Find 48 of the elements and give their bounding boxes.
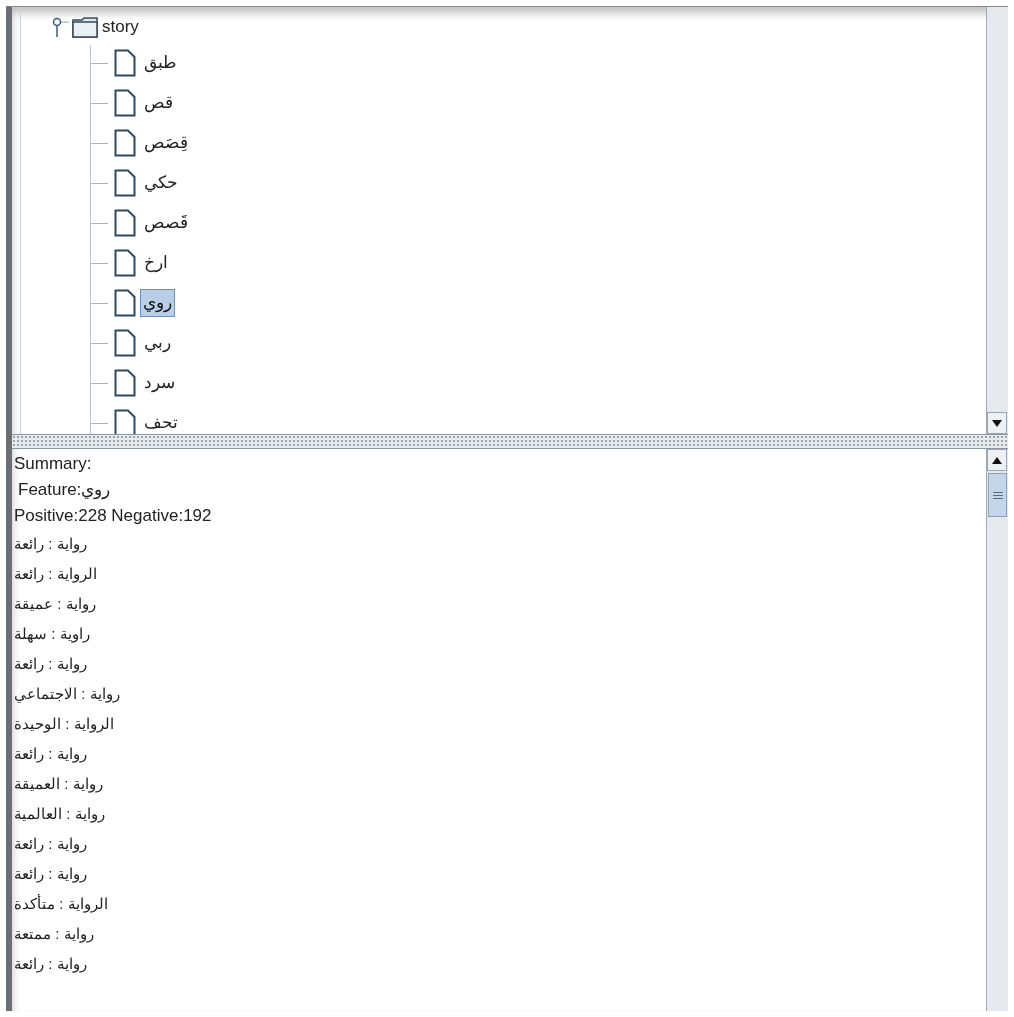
folder-icon (72, 16, 98, 38)
summary-title: Summary: (14, 453, 92, 475)
result-line: رواية : رائعة (14, 864, 87, 885)
result-line: رواية : رائعة (14, 954, 87, 975)
down-arrow-icon (992, 419, 1002, 427)
result-line: الرواية : متأكدة (14, 893, 108, 915)
scroll-up-button[interactable] (987, 449, 1007, 471)
file-icon (114, 289, 136, 317)
tree-leaf-label[interactable]: ارخ (140, 249, 172, 277)
result-line: الرواية : رائعة (14, 564, 97, 585)
tree-node-label[interactable]: story (102, 14, 139, 40)
tree-leaf-label[interactable]: روي (140, 289, 175, 317)
tree-leaf-label[interactable]: سرد (140, 369, 179, 397)
result-line: راوية : سهلة (14, 624, 90, 645)
result-line: رواية : ممتعة (14, 924, 94, 945)
result-line: رواية : العالمية (14, 804, 105, 825)
tree-leaf-label[interactable]: حكي (140, 169, 182, 197)
counts-line: Positive:228 Negative:192 (14, 505, 212, 527)
tree-leaf-label[interactable]: ربي (140, 329, 175, 357)
result-line: رواية : الاجتماعي (14, 684, 120, 705)
tree-leaf-label[interactable]: قِصَص (140, 129, 192, 157)
result-line: الرواية : الوحيدة (14, 714, 114, 735)
file-icon (114, 369, 136, 397)
file-icon (114, 409, 136, 434)
scroll-thumb[interactable] (988, 473, 1007, 517)
result-line: رواية : رائعة (14, 654, 87, 675)
file-icon (114, 329, 136, 357)
scrollbar[interactable] (986, 449, 1008, 1011)
result-line: رواية : العميقة (14, 774, 103, 795)
result-line: رواية : رائعة (14, 744, 87, 765)
result-line: رواية : رائعة (14, 834, 87, 855)
file-icon (114, 209, 136, 237)
expanded-handle-icon[interactable] (52, 17, 70, 37)
file-icon (114, 89, 136, 117)
tree-leaf-label[interactable]: طبق (140, 49, 181, 77)
tree-leaf-label[interactable]: تحف (140, 409, 182, 434)
file-icon (114, 169, 136, 197)
result-line: رواية : عميقة (14, 594, 96, 615)
feature-line: Feature:روي (17, 479, 111, 502)
file-icon (114, 129, 136, 157)
scrollbar[interactable] (986, 7, 1008, 434)
file-icon (114, 49, 136, 77)
file-icon (114, 249, 136, 277)
result-line: رواية : رائعة (14, 534, 87, 555)
scroll-down-button[interactable] (987, 412, 1007, 434)
tree-leaf-label[interactable]: قَصص (140, 209, 192, 237)
tree-leaf-label[interactable]: قص (140, 89, 177, 117)
up-arrow-icon (992, 456, 1002, 464)
